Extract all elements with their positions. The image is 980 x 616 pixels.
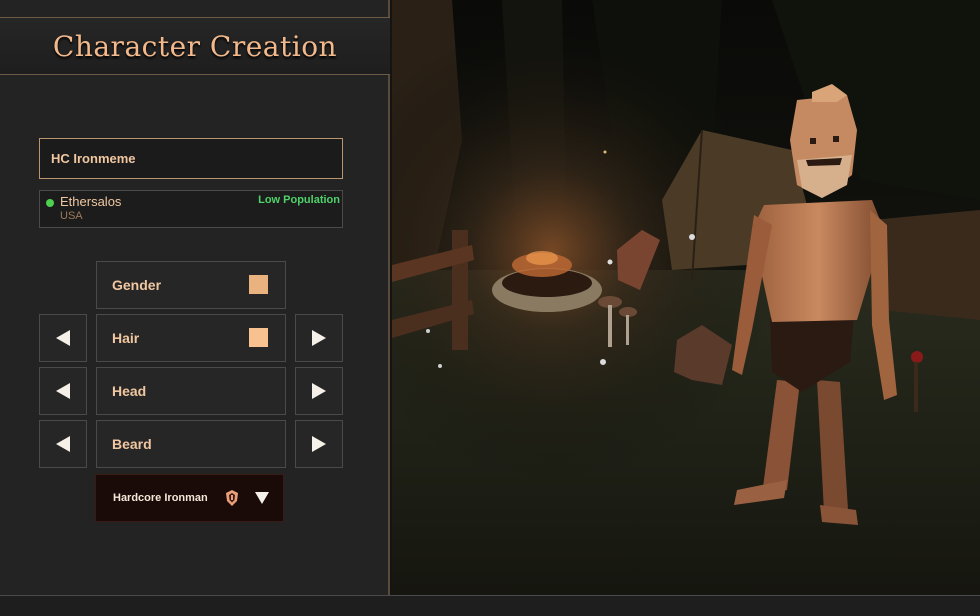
gender-swatch[interactable] (249, 275, 268, 294)
arrow-right-icon (312, 436, 326, 452)
beard-prev-button[interactable] (39, 420, 87, 468)
head-label: Head (112, 383, 147, 399)
beard-label: Beard (112, 436, 152, 452)
hair-option[interactable]: Hair (96, 314, 286, 362)
game-mode-label: Hardcore Ironman (113, 492, 208, 504)
beard-option[interactable]: Beard (96, 420, 286, 468)
ironman-helmet-icon (226, 490, 238, 506)
head-option[interactable]: Head (96, 367, 286, 415)
hair-label: Hair (112, 330, 140, 346)
game-mode-dropdown[interactable]: Hardcore Ironman (95, 474, 284, 522)
arrow-right-icon (312, 383, 326, 399)
gender-option[interactable]: Gender (96, 261, 286, 309)
character-creation-panel: Character Creation Ethersalos USA Low Po… (0, 0, 390, 595)
server-population-badge: Low Population (258, 194, 340, 206)
arrow-left-icon (56, 330, 70, 346)
character-preview-scene[interactable] (392, 0, 980, 595)
arrow-right-icon (312, 330, 326, 346)
beard-next-button[interactable] (295, 420, 343, 468)
server-selector[interactable]: Ethersalos USA Low Population (39, 190, 343, 228)
head-next-button[interactable] (295, 367, 343, 415)
campfire-scene (392, 0, 980, 595)
chevron-down-icon (255, 492, 269, 504)
server-name: Ethersalos (60, 194, 122, 209)
server-status-dot (46, 199, 54, 207)
arrow-left-icon (56, 436, 70, 452)
bottom-bar (0, 595, 980, 616)
hair-prev-button[interactable] (39, 314, 87, 362)
hair-next-button[interactable] (295, 314, 343, 362)
page-title: Character Creation (52, 29, 338, 63)
head-prev-button[interactable] (39, 367, 87, 415)
server-region: USA (60, 210, 83, 222)
title-bar: Character Creation (0, 17, 390, 75)
arrow-left-icon (56, 383, 70, 399)
hair-swatch[interactable] (249, 328, 268, 347)
gender-label: Gender (112, 277, 162, 293)
character-name-input[interactable] (39, 138, 343, 179)
